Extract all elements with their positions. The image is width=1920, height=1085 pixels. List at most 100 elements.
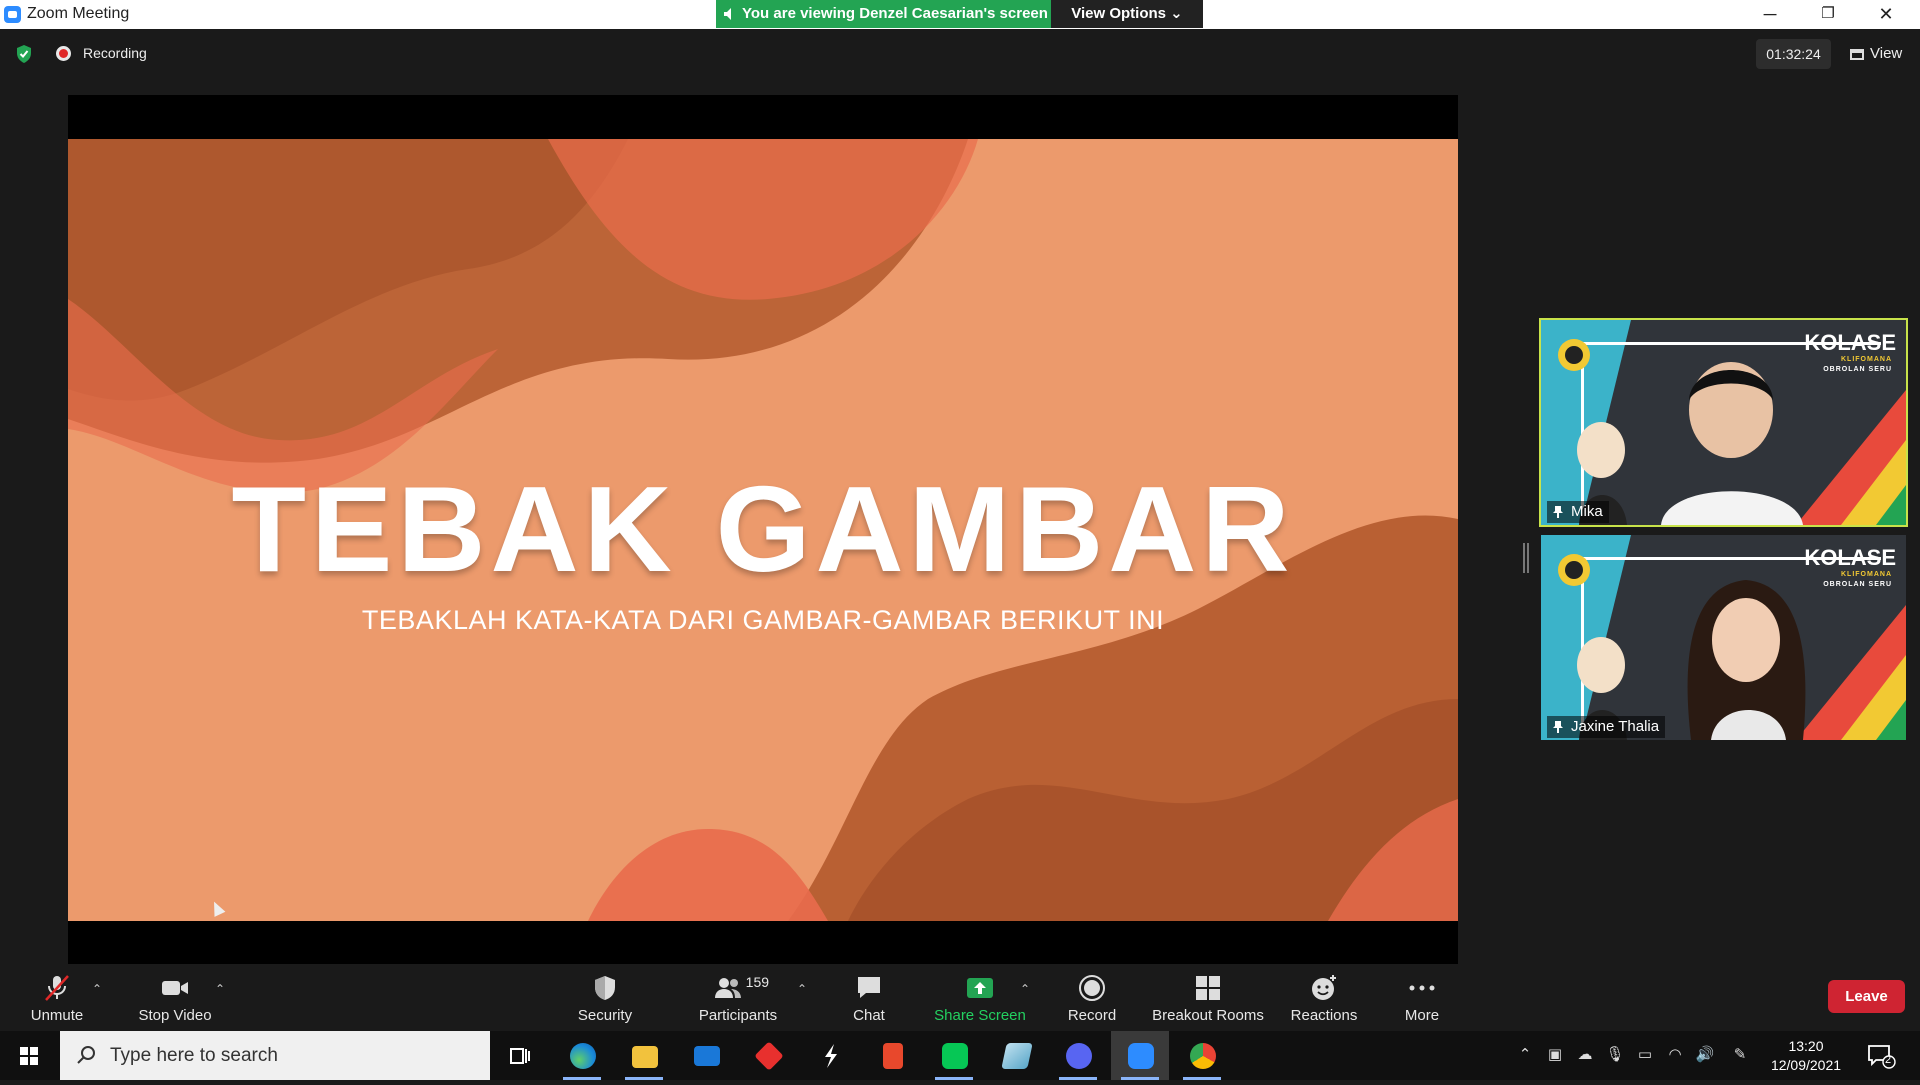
task-view-button[interactable]: [490, 1031, 548, 1080]
recording-icon[interactable]: [56, 46, 71, 61]
pen-ink-icon[interactable]: ✎: [1730, 1045, 1750, 1065]
taskbar-office[interactable]: [863, 1031, 921, 1080]
more-dots-icon: [1409, 985, 1435, 991]
meet-now-icon[interactable]: ▣: [1545, 1045, 1565, 1065]
edge-browser-icon: [570, 1043, 596, 1069]
taskbar-file-explorer[interactable]: [615, 1031, 673, 1080]
show-hidden-icons-icon[interactable]: ⌃: [1515, 1045, 1535, 1065]
video-options-chevron-icon[interactable]: ⌃: [213, 982, 227, 996]
share-screen-button[interactable]: Share Screen: [932, 968, 1028, 1031]
taskbar-notepad[interactable]: [987, 1031, 1045, 1080]
meeting-toolbar: Unmute ⌃ Stop Video ⌃ Security 159 Parti…: [0, 968, 1920, 1031]
minimize-button[interactable]: ─: [1741, 0, 1799, 29]
battery-icon[interactable]: ▭: [1635, 1045, 1655, 1065]
stop-video-button[interactable]: Stop Video: [130, 968, 220, 1031]
windows-logo-icon: [20, 1047, 38, 1065]
taskbar-chrome[interactable]: [1173, 1031, 1231, 1080]
tile-brand-sub2: OBROLAN SERU: [1823, 581, 1892, 588]
zoom-icon: [1128, 1043, 1154, 1069]
pin-icon: [1553, 506, 1563, 518]
share-screen-icon: [967, 978, 993, 998]
search-icon: [77, 1046, 95, 1064]
viewing-screen-banner: You are viewing Denzel Caesarian's scree…: [716, 0, 1051, 28]
participants-button[interactable]: 159 Participants: [690, 968, 786, 1031]
participant-name-tag: Jaxine Thalia: [1547, 716, 1666, 738]
view-options-button[interactable]: View Options ⌄: [1051, 0, 1203, 28]
taskbar-clock[interactable]: 13:20 12/09/2021: [1756, 1037, 1856, 1075]
windows-taskbar: Type here to search ⌃ ▣ ☁ 🎙 ▭ ◠ 🔊 ✎ 13:2…: [0, 1031, 1920, 1080]
video-tile-mika[interactable]: KOLASE KLIFOMANA OBROLAN SERU Mika: [1539, 318, 1908, 527]
shared-screen[interactable]: TEBAK GAMBAR TEBAKLAH KATA-KATA DARI GAM…: [68, 95, 1458, 964]
taskbar-discord[interactable]: [1049, 1031, 1107, 1080]
volume-icon[interactable]: 🔊: [1695, 1045, 1715, 1065]
participants-label: Participants: [698, 1007, 778, 1024]
tile-brand-sub1: KLIFOMANA: [1841, 571, 1892, 578]
taskbar-git-app[interactable]: [739, 1031, 797, 1080]
record-button[interactable]: Record: [1060, 968, 1124, 1031]
meeting-main-area: Recording 01:32:24 View TEBAK GAMBAR TEB…: [0, 29, 1920, 968]
window-title: Zoom Meeting: [27, 5, 130, 22]
audio-options-chevron-icon[interactable]: ⌃: [90, 982, 104, 996]
wifi-icon[interactable]: ◠: [1665, 1045, 1685, 1065]
breakout-rooms-button[interactable]: Breakout Rooms: [1146, 968, 1270, 1031]
discord-icon: [1066, 1043, 1092, 1069]
start-button[interactable]: [0, 1031, 58, 1080]
share-options-chevron-icon[interactable]: ⌃: [1018, 982, 1032, 996]
notification-center-button[interactable]: 2: [1866, 1043, 1896, 1069]
lightning-s-icon: [825, 1044, 837, 1068]
restore-button[interactable]: ❐: [1799, 0, 1857, 29]
participant-name: Jaxine Thalia: [1571, 718, 1660, 735]
gallery-view-icon: [1850, 49, 1864, 60]
chrome-icon: [1190, 1043, 1216, 1069]
zoom-app-icon: [4, 6, 21, 23]
chevron-down-icon: ⌄: [1170, 5, 1183, 22]
participants-options-chevron-icon[interactable]: ⌃: [795, 982, 809, 996]
taskbar-line[interactable]: [925, 1031, 983, 1080]
clock-time: 13:20: [1788, 1038, 1824, 1054]
speaker-icon: [724, 8, 731, 20]
onedrive-cloud-icon[interactable]: ☁: [1575, 1045, 1595, 1065]
encryption-shield-icon[interactable]: [16, 45, 32, 63]
breakout-rooms-label: Breakout Rooms: [1152, 1007, 1264, 1024]
share-screen-label: Share Screen: [934, 1007, 1026, 1024]
notepad-icon: [1001, 1043, 1033, 1069]
meeting-timer: 01:32:24: [1756, 39, 1831, 69]
taskbar-app-s[interactable]: [801, 1031, 859, 1080]
participant-name-tag: Mika: [1547, 501, 1609, 523]
video-tile-jaxine-thalia[interactable]: KOLASE KLIFOMANA OBROLAN SERU Jaxine Tha…: [1541, 535, 1906, 740]
reactions-button[interactable]: Reactions: [1284, 968, 1364, 1031]
taskbar-mail[interactable]: [677, 1031, 735, 1080]
slide-title: TEBAK GAMBAR: [231, 461, 1295, 597]
participant-count: 159: [745, 974, 770, 990]
unmute-button[interactable]: Unmute: [18, 968, 96, 1031]
taskbar-zoom[interactable]: [1111, 1031, 1169, 1080]
reactions-smiley-icon: [1312, 975, 1336, 1000]
notification-icon: [1868, 1045, 1896, 1069]
taskbar-search-box[interactable]: Type here to search: [60, 1031, 490, 1080]
git-diamond-icon: [754, 1041, 784, 1071]
breakout-rooms-icon: [1196, 976, 1220, 1000]
unmute-label: Unmute: [30, 1007, 84, 1024]
security-button[interactable]: Security: [565, 968, 645, 1031]
more-button[interactable]: More: [1392, 968, 1452, 1031]
slide-subtitle: TEBAKLAH KATA-KATA DARI GAMBAR-GAMBAR BE…: [361, 605, 1165, 635]
taskbar-edge[interactable]: [553, 1031, 611, 1080]
view-button[interactable]: View: [1840, 39, 1910, 69]
panel-resize-handle[interactable]: [1523, 543, 1529, 573]
folder-icon: [632, 1046, 658, 1068]
stop-video-label: Stop Video: [138, 1007, 212, 1024]
tile-brand-overlay: KOLASE: [1804, 330, 1896, 355]
line-chat-icon: [942, 1043, 968, 1069]
tile-brand-overlay: KOLASE: [1804, 545, 1896, 570]
pin-icon: [1553, 721, 1563, 733]
chat-button[interactable]: Chat: [835, 968, 903, 1031]
participant-name: Mika: [1571, 503, 1603, 520]
mail-envelope-icon: [694, 1046, 720, 1066]
close-button[interactable]: ✕: [1857, 0, 1915, 29]
task-view-icon: [510, 1048, 530, 1064]
leave-button[interactable]: Leave: [1828, 980, 1905, 1013]
participants-icon: [715, 978, 742, 998]
view-label: View: [1870, 45, 1903, 62]
office-icon: [883, 1043, 903, 1069]
microphone-tray-icon[interactable]: 🎙: [1605, 1045, 1625, 1065]
